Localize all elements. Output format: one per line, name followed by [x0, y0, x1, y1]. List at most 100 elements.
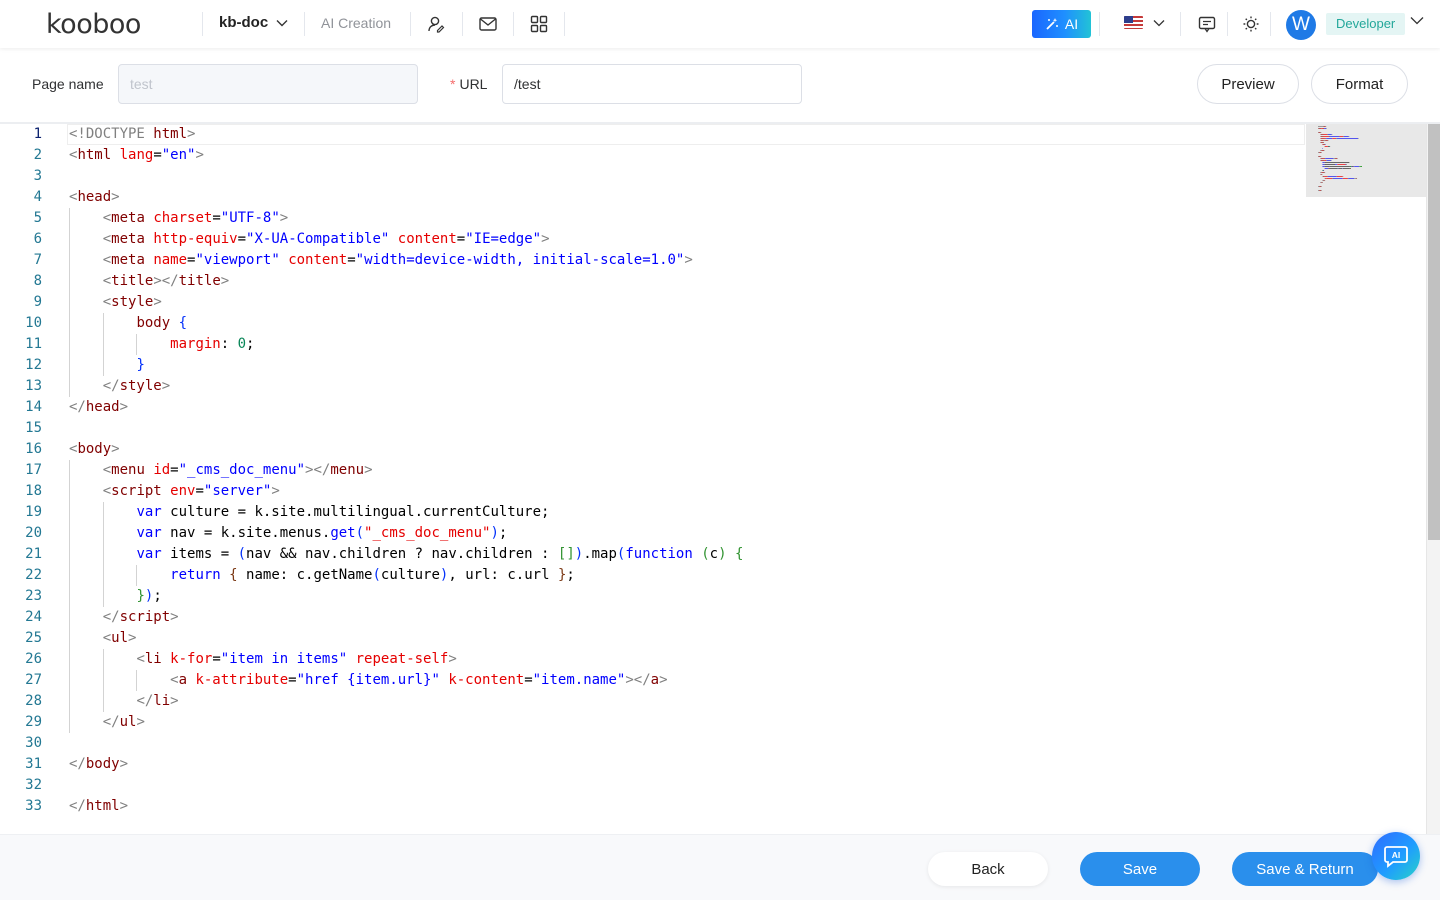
code-line[interactable]: <!DOCTYPE html>: [69, 124, 195, 145]
code-line[interactable]: <meta charset="UTF-8">: [69, 208, 289, 229]
minimap-line: [1321, 182, 1323, 183]
kooboo-logo[interactable]: kooboo: [46, 9, 141, 40]
minimap-line: [1331, 134, 1333, 135]
editor-minimap[interactable]: [1306, 124, 1426, 197]
code-line[interactable]: var items = (nav && nav.children ? nav.c…: [69, 544, 743, 565]
code-line[interactable]: <style>: [69, 292, 162, 313]
indent-guide: [136, 334, 138, 355]
code-content[interactable]: <!DOCTYPE html> <html lang="en"> <head> <m…: [69, 124, 1426, 834]
code-line[interactable]: }: [69, 355, 144, 376]
user-avatar[interactable]: W: [1286, 10, 1316, 40]
line-number: 3: [33, 168, 42, 184]
apps-grid-icon[interactable]: [528, 13, 550, 35]
save-return-button[interactable]: Save & Return: [1232, 852, 1378, 886]
nav-divider: [1270, 12, 1271, 36]
indent-guide: [102, 670, 104, 691]
code-token: <: [102, 483, 112, 499]
code-token: "_cms_doc_menu": [178, 462, 306, 478]
code-line[interactable]: <script env="server">: [69, 481, 280, 502]
code-token: >: [187, 126, 196, 142]
code-token: k-attribute: [195, 672, 289, 688]
ai-button[interactable]: AI: [1032, 10, 1091, 38]
code-token: "server": [203, 483, 272, 499]
code-line[interactable]: return { name: c.getName(culture), url: …: [69, 565, 575, 586]
code-token: , url: c.url: [448, 567, 558, 583]
code-line[interactable]: <title></title>: [69, 271, 229, 292]
editor-scrollbar[interactable]: [1426, 124, 1440, 834]
minimap-line: [1320, 174, 1321, 175]
code-token: a: [178, 672, 196, 688]
minimap-line: [1325, 126, 1327, 127]
code-line[interactable]: <ul>: [69, 628, 137, 649]
sun-icon[interactable]: [1240, 13, 1262, 35]
save-button[interactable]: Save: [1080, 852, 1200, 886]
code-line[interactable]: <menu id="_cms_doc_menu"></menu>: [69, 460, 373, 481]
code-line[interactable]: <meta http-equiv="X-UA-Compatible" conte…: [69, 229, 550, 250]
code-line[interactable]: </li>: [69, 691, 178, 712]
message-board-icon[interactable]: [1196, 13, 1218, 35]
code-line[interactable]: <meta name="viewport" content="width=dev…: [69, 250, 693, 271]
minimap-line: [1323, 128, 1325, 129]
code-line[interactable]: </script>: [69, 607, 179, 628]
minimap-line: [1318, 156, 1321, 157]
code-token: >: [364, 462, 373, 478]
chevron-down-icon[interactable]: [1410, 16, 1424, 25]
code-token: {: [178, 315, 188, 331]
code-token: k-for: [170, 651, 213, 667]
minimap-line: [1323, 138, 1326, 139]
code-token: =: [212, 210, 221, 226]
code-line[interactable]: <li k-for="item in items" repeat-self>: [69, 649, 456, 670]
code-line[interactable]: <body>: [69, 439, 120, 460]
line-number: 21: [25, 546, 42, 562]
code-token: meta: [111, 210, 154, 226]
code-token: nav = k.site.menus.: [170, 525, 331, 541]
code-token: "width=device-width, initial-scale=1.0": [355, 252, 685, 268]
code-line[interactable]: </body>: [69, 754, 128, 775]
code-token: culture = k.site.multilingual.currentCul…: [170, 504, 550, 520]
indent-guide: [69, 628, 70, 649]
code-token: ul: [119, 714, 137, 730]
minimap-line: [1320, 172, 1322, 173]
language-selector[interactable]: [1124, 16, 1165, 29]
code-editor[interactable]: 1 2 3 4 5 6 7 8 9 10 11 12 13 14 15 16 17 18 19 20 21 22 23 24 2…: [0, 122, 1440, 834]
url-input[interactable]: /test: [502, 64, 802, 104]
code-line[interactable]: </html>: [69, 796, 128, 817]
minimap-line: [1322, 148, 1323, 149]
scrollbar-thumb[interactable]: [1428, 124, 1440, 540]
code-line[interactable]: body {: [69, 313, 187, 334]
ai-chat-icon[interactable]: AI: [1372, 832, 1420, 880]
code-line[interactable]: <a k-attribute="href {item.url}" k-conte…: [69, 670, 667, 691]
site-selector[interactable]: kb-doc: [219, 14, 288, 31]
minimap-line: [1327, 176, 1328, 177]
code-line[interactable]: margin: 0;: [69, 334, 254, 355]
code-line[interactable]: </head>: [69, 397, 128, 418]
minimap-line: [1342, 176, 1344, 177]
code-line[interactable]: <head>: [69, 187, 120, 208]
format-button[interactable]: Format: [1311, 64, 1408, 104]
code-line[interactable]: </ul>: [69, 712, 145, 733]
mail-icon[interactable]: [477, 13, 499, 35]
minimap-line: [1325, 178, 1327, 179]
code-token: <: [170, 672, 179, 688]
minimap-line: [1329, 166, 1350, 167]
code-line[interactable]: var culture = k.site.multilingual.curren…: [69, 502, 549, 523]
preview-button[interactable]: Preview: [1197, 64, 1299, 104]
code-line[interactable]: <html lang="en">: [69, 145, 204, 166]
code-line[interactable]: </style>: [69, 376, 170, 397]
page-name-input[interactable]: test: [118, 64, 418, 104]
back-button[interactable]: Back: [928, 852, 1048, 886]
code-line[interactable]: });: [69, 586, 161, 607]
code-line[interactable]: var nav = k.site.menus.get("_cms_doc_men…: [69, 523, 507, 544]
user-edit-icon[interactable]: [425, 13, 447, 35]
role-badge[interactable]: Developer: [1326, 13, 1406, 35]
code-token: (: [237, 546, 247, 562]
minimap-line: [1324, 164, 1336, 165]
code-token: </: [102, 609, 120, 625]
indent-guide: [69, 208, 70, 229]
ai-creation-link[interactable]: AI Creation: [321, 15, 391, 31]
minimap-line: [1323, 140, 1326, 141]
line-number: 32: [25, 777, 42, 793]
